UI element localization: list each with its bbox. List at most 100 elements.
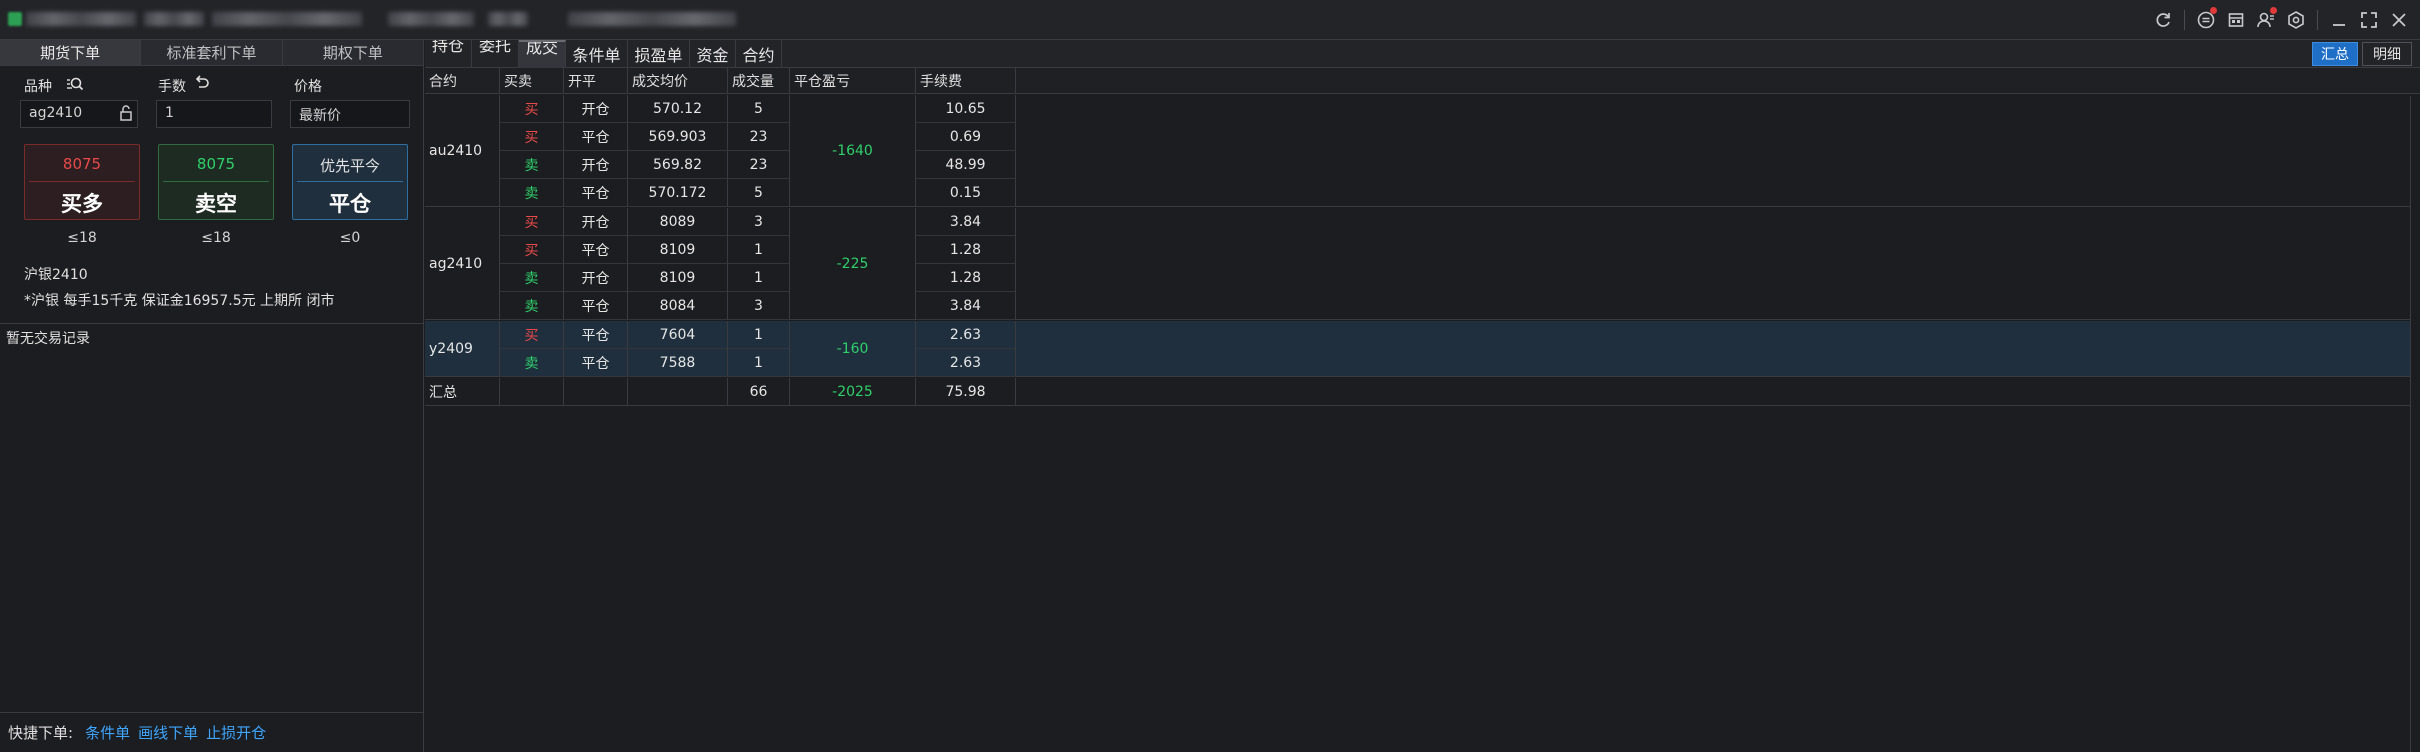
lock-icon[interactable] (119, 105, 133, 125)
detail-view-button[interactable]: 明细 (2362, 42, 2412, 66)
trade-group[interactable]: au2410 买开仓 570.12 5 10.65 买平仓 569.903 23 0.69 卖开仓… (425, 95, 2420, 207)
table-row[interactable]: 买平仓 8109 1 1.28 (425, 236, 1055, 264)
summary-pnl: -2025 (790, 378, 916, 406)
tab-contracts[interactable]: 合约 (736, 40, 782, 68)
trading-app: 期货下单 标准套利下单 期权下单 品种 手数 价格 ag2410 1 最新价 8… (0, 0, 2420, 752)
search-icon[interactable] (66, 75, 84, 97)
price-value: 最新价 (299, 108, 341, 124)
side-cell: 卖 (500, 349, 564, 377)
tab-option-order[interactable]: 期权下单 (283, 40, 423, 65)
side-cell: 买 (500, 95, 564, 123)
summary-empty (500, 378, 564, 406)
open-close-cell: 开仓 (564, 264, 628, 292)
buy-long-button[interactable]: 8075 买多 (24, 144, 140, 220)
table-row[interactable]: 卖开仓 8109 1 1.28 (425, 264, 1055, 292)
order-field-labels: 品种 手数 价格 (0, 75, 424, 100)
maximize-icon[interactable] (2354, 5, 2384, 35)
price-label: 价格 (294, 79, 322, 95)
table-row[interactable]: 卖平仓 7588 1 2.63 (425, 349, 1055, 377)
draw-line-order-link[interactable]: 画线下单 (138, 722, 198, 743)
tab-label: 损盈单 (634, 46, 683, 65)
trade-group[interactable]: y2409 买平仓 7604 1 2.63 卖平仓 7588 1 2.63 -160 (425, 321, 2420, 377)
avg-price-cell: 8109 (628, 236, 728, 264)
table-row[interactable]: 卖开仓 569.82 23 48.99 (425, 151, 1055, 179)
avg-price-cell: 8089 (628, 208, 728, 236)
close-pnl-cell: -1640 (790, 95, 916, 207)
tab-label: 期权下单 (322, 43, 383, 62)
avg-price-cell: 569.903 (628, 123, 728, 151)
tab-orders[interactable]: 委托 (472, 40, 519, 68)
no-trade-records: 暂无交易记录 (6, 331, 90, 347)
open-close-cell: 平仓 (564, 292, 628, 320)
table-row[interactable]: 卖平仓 570.172 5 0.15 (425, 179, 1055, 207)
table-row[interactable]: 卖平仓 8084 3 3.84 (425, 292, 1055, 320)
header-close-pnl[interactable]: 平仓盈亏 (790, 68, 916, 94)
price-select[interactable]: 最新价 (290, 100, 410, 128)
table-row[interactable]: 买平仓 569.903 23 0.69 (425, 123, 1055, 151)
open-close-cell: 开仓 (564, 95, 628, 123)
table-row[interactable]: 买平仓 7604 1 2.63 (425, 321, 1055, 349)
close-position-button[interactable]: 优先平今 平仓 (292, 144, 408, 220)
tab-label: 持仓 (431, 40, 464, 55)
trade-group[interactable]: ag2410 买开仓 8089 3 3.84 买平仓 8109 1 1.28 卖开仓 8109 1 1.… (425, 208, 2420, 320)
side-cell: 卖 (500, 264, 564, 292)
open-close-cell: 平仓 (564, 236, 628, 264)
summary-volume: 66 (728, 378, 790, 406)
conditional-order-link[interactable]: 条件单 (85, 722, 130, 743)
table-row[interactable]: 买开仓 8089 3 3.84 (425, 208, 1055, 236)
message-icon[interactable] (2191, 5, 2221, 35)
close-icon[interactable] (2384, 5, 2414, 35)
summary-row[interactable]: 汇总 66 -2025 75.98 (425, 378, 2420, 406)
sell-label: 卖空 (195, 192, 237, 216)
side-cell: 买 (500, 123, 564, 151)
sell-short-button[interactable]: 8075 卖空 (158, 144, 274, 220)
header-avg-price[interactable]: 成交均价 (628, 68, 728, 94)
fee-cell: 2.63 (916, 321, 1016, 349)
volume-cell: 5 (728, 95, 790, 123)
stop-loss-open-link[interactable]: 止损开仓 (206, 722, 266, 743)
tab-label: 期货下单 (40, 43, 101, 62)
volume-cell: 1 (728, 236, 790, 264)
avg-price-cell: 569.82 (628, 151, 728, 179)
title-bar (0, 0, 2420, 40)
divider (0, 323, 424, 324)
settings-icon[interactable] (2281, 5, 2311, 35)
summary-view-button[interactable]: 汇总 (2312, 42, 2358, 66)
header-open-close[interactable]: 开平 (564, 68, 628, 94)
header-fee[interactable]: 手续费 (916, 68, 1016, 94)
separator (2317, 10, 2318, 30)
tab-stop-profit-loss[interactable]: 损盈单 (628, 40, 690, 68)
avg-price-cell: 8084 (628, 292, 728, 320)
calendar-icon[interactable] (2221, 5, 2251, 35)
avg-price-cell: 8109 (628, 264, 728, 292)
product-input[interactable]: ag2410 (20, 100, 138, 128)
header-volume[interactable]: 成交量 (728, 68, 790, 94)
header-side[interactable]: 买卖 (500, 68, 564, 94)
side-cell: 卖 (500, 292, 564, 320)
tab-funds[interactable]: 资金 (690, 40, 736, 68)
side-cell: 买 (500, 321, 564, 349)
refresh-icon[interactable] (2148, 5, 2178, 35)
volume-cell: 1 (728, 264, 790, 292)
tab-futures-order[interactable]: 期货下单 (0, 40, 142, 65)
volume-cell: 5 (728, 179, 790, 207)
table-row[interactable]: 买开仓 570.12 5 10.65 (425, 95, 1055, 123)
buy-price: 8075 (62, 155, 102, 173)
header-contract[interactable]: 合约 (425, 68, 500, 94)
vertical-scrollbar[interactable] (2410, 96, 2420, 752)
open-close-cell: 平仓 (564, 179, 628, 207)
lots-value: 1 (165, 105, 174, 121)
records-tabs: 持仓 委托 成交 条件单 损盈单 资金 合约 汇总 明细 (425, 40, 2420, 68)
lots-input[interactable]: 1 (156, 100, 272, 128)
divider (297, 181, 403, 182)
minimize-icon[interactable] (2324, 5, 2354, 35)
tab-conditional[interactable]: 条件单 (566, 40, 628, 68)
order-panel: 期货下单 标准套利下单 期权下单 品种 手数 价格 ag2410 1 最新价 8… (0, 40, 424, 752)
tab-positions[interactable]: 持仓 (425, 40, 472, 68)
undo-icon[interactable] (194, 75, 210, 95)
tab-trades[interactable]: 成交 (519, 40, 566, 68)
tab-spread-order[interactable]: 标准套利下单 (141, 40, 283, 65)
fee-cell: 2.63 (916, 349, 1016, 377)
user-icon[interactable] (2251, 5, 2281, 35)
fee-cell: 1.28 (916, 236, 1016, 264)
